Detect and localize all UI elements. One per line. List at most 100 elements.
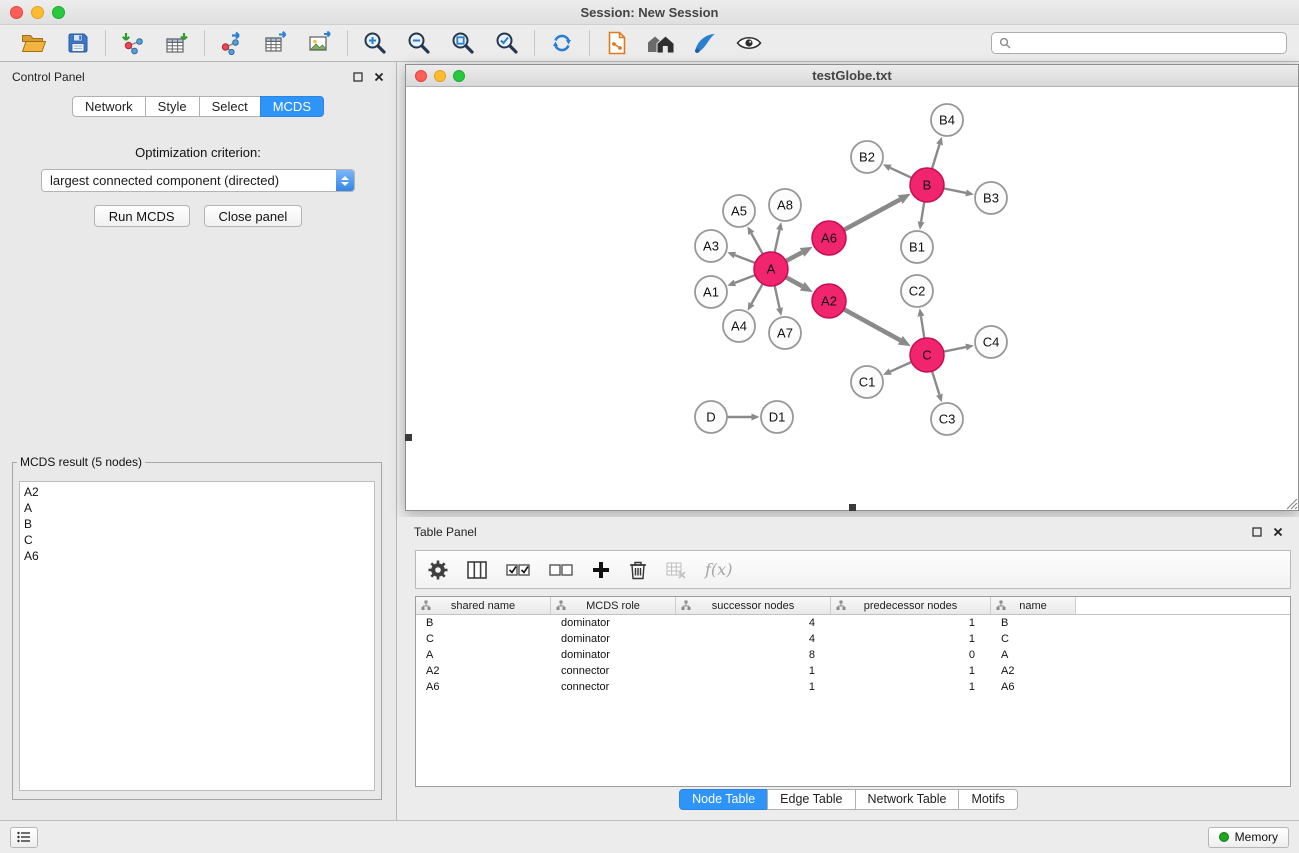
zoom-window-button[interactable]: [52, 6, 65, 19]
network-window-titlebar[interactable]: testGlobe.txt: [406, 65, 1298, 87]
style-button[interactable]: [683, 27, 727, 59]
table-cell: A6: [991, 681, 1076, 693]
network-file-button[interactable]: [595, 27, 639, 59]
table-row[interactable]: A2connector11A2: [416, 663, 1290, 679]
column-header-predecessor-nodes[interactable]: predecessor nodes: [831, 597, 991, 614]
show-columns-button[interactable]: [467, 561, 487, 579]
close-panel-icon[interactable]: [1273, 527, 1283, 537]
table-cell: connector: [551, 665, 676, 677]
network-window-traffic-lights: [415, 70, 465, 82]
minimize-window-button[interactable]: [31, 6, 44, 19]
select-all-rows-button[interactable]: [506, 562, 530, 578]
import-network-button[interactable]: [111, 27, 155, 59]
tab-select[interactable]: Select: [199, 96, 261, 117]
memory-button[interactable]: Memory: [1208, 827, 1289, 848]
graph-node-B4[interactable]: B4: [931, 104, 963, 136]
delete-table-button[interactable]: [666, 561, 686, 579]
delete-rows-button[interactable]: [629, 560, 647, 580]
table-row[interactable]: Cdominator41C: [416, 631, 1290, 647]
tab-edge-table[interactable]: Edge Table: [767, 789, 855, 810]
attribute-icon: [421, 600, 431, 610]
zoom-fit-button[interactable]: [441, 27, 485, 59]
table-cell: A: [991, 649, 1076, 661]
float-panel-icon[interactable]: [353, 72, 363, 82]
search-field[interactable]: [991, 32, 1287, 54]
minimize-network-window-button[interactable]: [434, 70, 446, 82]
table-cell: 1: [831, 617, 991, 629]
tab-mcds[interactable]: MCDS: [260, 96, 324, 117]
graph-node-A5[interactable]: A5: [723, 195, 755, 227]
export-network-button[interactable]: [210, 27, 254, 59]
table-cell: 1: [676, 665, 831, 677]
column-header-name[interactable]: name: [991, 597, 1076, 614]
save-session-button[interactable]: [56, 27, 100, 59]
graph-node-B[interactable]: B: [910, 168, 944, 202]
graph-node-C1[interactable]: C1: [851, 366, 883, 398]
graph-node-B3[interactable]: B3: [975, 182, 1007, 214]
table-cell: 1: [676, 681, 831, 693]
table-row[interactable]: A6connector11A6: [416, 679, 1290, 695]
graph-node-C3[interactable]: C3: [931, 403, 963, 435]
column-header-MCDS-role[interactable]: MCDS role: [551, 597, 676, 614]
zoom-selected-button[interactable]: [485, 27, 529, 59]
graph-node-A7[interactable]: A7: [769, 317, 801, 349]
column-header-shared-name[interactable]: shared name: [416, 597, 551, 614]
graph-node-A[interactable]: A: [754, 252, 788, 286]
table-row[interactable]: Bdominator41B: [416, 615, 1290, 631]
add-row-button[interactable]: [592, 561, 610, 579]
close-network-window-button[interactable]: [415, 70, 427, 82]
graph-node-A2[interactable]: A2: [812, 284, 846, 318]
graph-node-A3[interactable]: A3: [695, 230, 727, 262]
resize-grip-icon[interactable]: [1285, 497, 1298, 510]
import-table-button[interactable]: [155, 27, 199, 59]
close-panel-button[interactable]: Close panel: [204, 205, 303, 227]
zoom-in-button[interactable]: [353, 27, 397, 59]
svg-text:D: D: [706, 410, 715, 425]
graph-node-D[interactable]: D: [695, 401, 727, 433]
home-button[interactable]: [639, 27, 683, 59]
graph-node-A6[interactable]: A6: [812, 221, 846, 255]
columns-icon: [467, 561, 487, 579]
criterion-dropdown[interactable]: largest connected component (directed): [41, 169, 355, 192]
graph-node-B1[interactable]: B1: [901, 231, 933, 263]
graph-node-A8[interactable]: A8: [769, 189, 801, 221]
graph-node-C2[interactable]: C2: [901, 275, 933, 307]
table-row[interactable]: Adominator80A: [416, 647, 1290, 663]
tab-network-table[interactable]: Network Table: [855, 789, 960, 810]
network-canvas[interactable]: A A1 A2 A3 A4 A5 A6 A7 A8 B B1 B2 B3 B4 C C1 C2 C3 C4 D D1: [406, 88, 1298, 510]
tab-network[interactable]: Network: [72, 96, 146, 117]
tab-node-table[interactable]: Node Table: [679, 789, 768, 810]
tab-motifs[interactable]: Motifs: [958, 789, 1017, 810]
window-resize-handle[interactable]: [849, 504, 856, 511]
apply-function-button[interactable]: f(x): [705, 560, 732, 579]
export-image-button[interactable]: [298, 27, 342, 59]
column-header-successor-nodes[interactable]: successor nodes: [676, 597, 831, 614]
close-panel-icon[interactable]: [374, 72, 384, 82]
toolbar-separator: [534, 30, 535, 56]
graph-node-C4[interactable]: C4: [975, 326, 1007, 358]
graph-node-B2[interactable]: B2: [851, 141, 883, 173]
window-resize-handle[interactable]: [405, 434, 412, 441]
hide-panels-button[interactable]: [10, 827, 38, 848]
close-window-button[interactable]: [10, 6, 23, 19]
table-cell: B: [991, 617, 1076, 629]
graph-node-A1[interactable]: A1: [695, 276, 727, 308]
tab-style[interactable]: Style: [145, 96, 200, 117]
zoom-out-button[interactable]: [397, 27, 441, 59]
zoom-in-icon: [363, 31, 387, 55]
zoom-network-window-button[interactable]: [453, 70, 465, 82]
open-session-button[interactable]: [12, 27, 56, 59]
graph-node-C[interactable]: C: [910, 338, 944, 372]
show-graphics-button[interactable]: [727, 27, 771, 59]
search-input[interactable]: [1016, 35, 1279, 51]
result-item: A6: [24, 548, 370, 564]
graph-node-A4[interactable]: A4: [723, 310, 755, 342]
refresh-icon: [550, 31, 574, 55]
deselect-all-rows-button[interactable]: [549, 562, 573, 578]
graph-node-D1[interactable]: D1: [761, 401, 793, 433]
run-mcds-button[interactable]: Run MCDS: [94, 205, 190, 227]
apply-layout-button[interactable]: [540, 27, 584, 59]
table-settings-button[interactable]: [428, 560, 448, 580]
export-table-button[interactable]: [254, 27, 298, 59]
float-panel-icon[interactable]: [1252, 527, 1262, 537]
